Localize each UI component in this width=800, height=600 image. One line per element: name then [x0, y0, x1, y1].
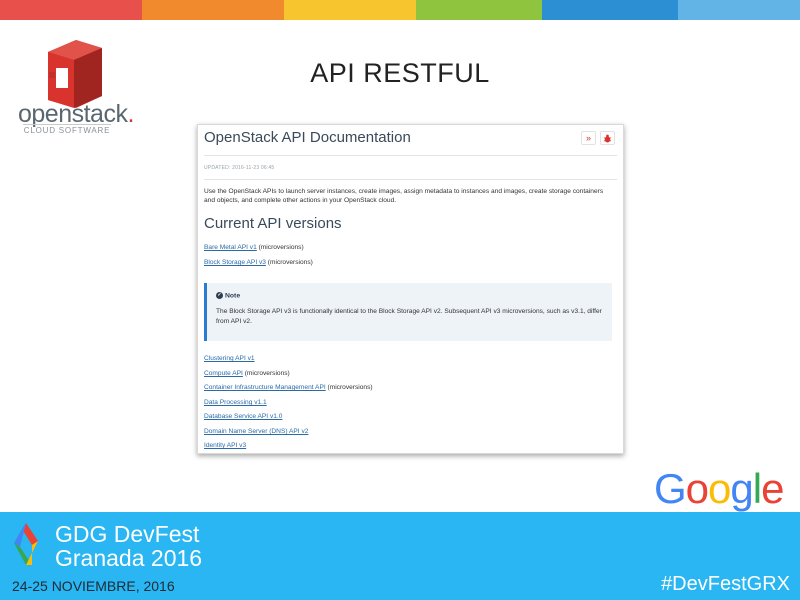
event-date: 24-25 NOVIEMBRE, 2016 — [12, 578, 175, 594]
list-item: Compute API (microversions) — [204, 370, 290, 377]
api-link[interactable]: Database Service API v1.0 — [204, 413, 282, 420]
google-letter: G — [654, 465, 687, 512]
api-link[interactable]: Clustering API v1 — [204, 355, 255, 362]
google-logo: Google — [654, 465, 784, 512]
stripe-light-blue — [678, 0, 800, 20]
link-suffix: (microversions) — [265, 259, 313, 266]
stripe-red — [0, 0, 142, 20]
google-letter: e — [761, 465, 784, 512]
check-circle-icon: ✓ — [216, 292, 223, 299]
next-icon[interactable]: » — [581, 131, 596, 145]
note-text: The Block Storage API v3 is functionally… — [216, 308, 602, 325]
google-letter: l — [752, 465, 762, 512]
api-link[interactable]: Container Infrastructure Management API — [204, 384, 326, 391]
link-suffix: (microversions) — [256, 244, 304, 251]
doc-intro: Use the OpenStack APIs to launch server … — [204, 188, 604, 204]
google-letter: g — [730, 465, 753, 512]
updated-date: UPDATED: 2016-11-23 06:45 — [204, 165, 275, 171]
google-letter: o — [708, 465, 731, 512]
stripe-yellow — [284, 0, 416, 20]
section-title: Current API versions — [204, 215, 342, 232]
stripe-orange — [142, 0, 284, 20]
doc-title: OpenStack API Documentation — [204, 129, 411, 146]
list-item: Block Storage API v3 (microversions) — [204, 259, 313, 266]
list-item: Identity API v3 — [204, 442, 246, 449]
color-stripe — [0, 0, 800, 20]
list-item: Container Infrastructure Management API … — [204, 384, 373, 391]
api-link[interactable]: Data Processing v1.1 — [204, 399, 267, 406]
note-heading: ✓ Note — [216, 292, 241, 300]
event-name: GDG DevFest — [55, 521, 200, 547]
api-link[interactable]: Identity API v3 — [204, 442, 246, 449]
divider — [204, 155, 617, 156]
google-letter: o — [685, 465, 709, 512]
hashtag: #DevFestGRX — [661, 573, 790, 595]
list-item: Data Processing v1.1 — [204, 399, 267, 406]
slide: openstack. CLOUD SOFTWARE API RESTFUL Op… — [0, 0, 800, 600]
link-suffix: (microversions) — [325, 384, 373, 391]
doc-screenshot: OpenStack API Documentation » UPDATED: 2… — [197, 124, 624, 454]
stripe-blue — [542, 0, 678, 20]
list-item: Bare Metal API v1 (microversions) — [204, 244, 304, 251]
bug-icon[interactable] — [600, 131, 615, 145]
divider — [204, 179, 617, 180]
note-box: ✓ Note The Block Storage API v3 is functi… — [204, 283, 612, 341]
doc-toolbar: » — [581, 131, 615, 145]
event-location: Granada 2016 — [55, 545, 203, 571]
slide-title: API RESTFUL — [310, 58, 490, 88]
gdg-chevron-icon — [14, 523, 38, 565]
api-link[interactable]: Block Storage API v3 — [204, 259, 266, 266]
api-link[interactable]: Domain Name Server (DNS) API v2 — [204, 428, 308, 435]
api-link[interactable]: Bare Metal API v1 — [204, 244, 257, 251]
link-suffix: (microversions) — [242, 370, 290, 377]
api-link[interactable]: Compute API — [204, 370, 243, 377]
list-item: Database Service API v1.0 — [204, 413, 282, 420]
openstack-subtitle: CLOUD SOFTWARE — [23, 124, 111, 135]
list-item: Clustering API v1 — [204, 355, 255, 362]
list-item: Domain Name Server (DNS) API v2 — [204, 428, 308, 435]
stripe-green — [416, 0, 542, 20]
